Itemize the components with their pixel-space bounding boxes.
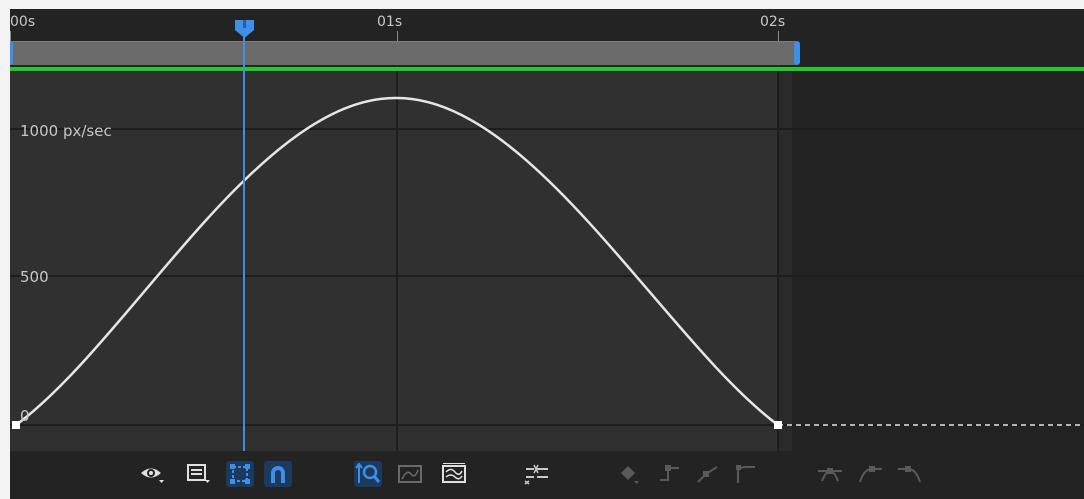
magnet-icon [271, 466, 285, 483]
separate-dimensions-icon [524, 464, 548, 485]
playhead-marker-icon[interactable] [234, 19, 255, 39]
choose-properties-button[interactable] [138, 461, 166, 487]
ruler-label-01s: 01s [377, 14, 403, 30]
y-label-0: 0 [20, 407, 30, 425]
y-label-1000: 1000 px/sec [20, 122, 112, 140]
transform-box-icon [230, 464, 250, 484]
easy-ease-button[interactable] [816, 461, 844, 487]
transform-box-button[interactable] [226, 461, 254, 487]
graph-editor-toolbar [10, 451, 1084, 499]
work-area-end-handle[interactable] [794, 41, 800, 65]
easy-ease-out-icon [898, 466, 921, 483]
ruler-label-02s: 02s [760, 14, 786, 30]
speed-graph-canvas [10, 71, 1084, 451]
graph-type-button[interactable] [184, 461, 212, 487]
work-area-bar[interactable] [10, 41, 796, 65]
ruler-tick [397, 31, 398, 41]
edit-keyframe-button[interactable] [616, 461, 644, 487]
convert-auto-bezier-button[interactable] [732, 461, 760, 487]
snap-button[interactable] [264, 461, 292, 487]
separate-dimensions-button[interactable] [522, 461, 550, 487]
eye-icon [141, 468, 164, 483]
ruler-tick [778, 31, 779, 41]
linear-keyframe-icon [697, 466, 718, 483]
playhead-line[interactable] [243, 33, 245, 451]
speed-graph[interactable]: 1000 px/sec 500 0 [10, 71, 1084, 451]
graph-editor-panel: 00s 01s 02s 1000 px/sec 500 0 [10, 9, 1084, 499]
y-label-500: 500 [20, 268, 49, 286]
convert-linear-button[interactable] [694, 461, 722, 487]
ruler-tick [10, 31, 11, 41]
graph-options-icon [187, 464, 210, 483]
convert-hold-button[interactable] [656, 461, 684, 487]
easy-ease-in-icon [859, 466, 882, 483]
ruler-label-00s: 00s [10, 14, 36, 30]
fit-selection-icon [398, 465, 422, 483]
auto-bezier-icon [736, 465, 755, 483]
easy-ease-in-button[interactable] [856, 461, 884, 487]
work-area-start-handle[interactable] [10, 41, 13, 65]
keyframe-diamond-icon [621, 466, 639, 484]
hold-keyframe-icon [660, 465, 679, 481]
keyframe-end[interactable] [774, 421, 782, 429]
fit-selection-button[interactable] [396, 461, 424, 487]
easy-ease-icon [818, 468, 842, 482]
zoom-height-icon [355, 463, 381, 483]
auto-zoom-height-button[interactable] [354, 461, 382, 487]
keyframe-start[interactable] [12, 421, 20, 429]
fit-all-button[interactable] [440, 461, 468, 487]
fit-all-icon [442, 463, 466, 483]
easy-ease-out-button[interactable] [896, 461, 924, 487]
